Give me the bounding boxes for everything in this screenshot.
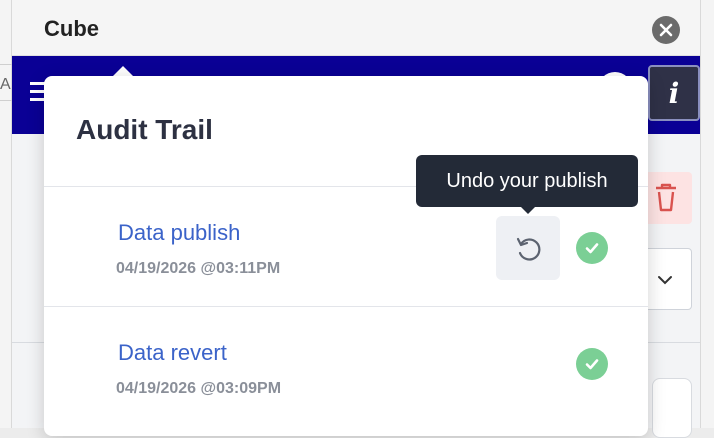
undo-button[interactable] (496, 216, 560, 280)
window-title: Cube (44, 16, 99, 41)
divider (0, 64, 12, 65)
audit-entry: Data revert 04/19/2026 @03:09PM (44, 306, 648, 426)
audit-trail-popover: Audit Trail Data publish 04/19/2026 @03:… (44, 76, 648, 436)
window-titlebar: Cube (12, 0, 700, 56)
undo-tooltip: Undo your publish (416, 155, 638, 207)
audit-entry-timestamp: 04/19/2026 @03:09PM (116, 380, 282, 397)
chevron-down-icon (658, 276, 672, 285)
divider (0, 100, 12, 101)
background-left-letter: A (0, 76, 11, 93)
audit-entry-title[interactable]: Data publish (118, 220, 240, 246)
background-right-panel (700, 0, 714, 428)
undo-icon (516, 237, 541, 261)
close-button[interactable] (652, 16, 680, 44)
background-left-panel: A (0, 0, 12, 428)
check-circle-icon (576, 232, 608, 264)
background-card (652, 378, 692, 438)
audit-entry-title[interactable]: Data revert (118, 340, 227, 366)
audit-entry-timestamp: 04/19/2026 @03:11PM (116, 260, 281, 277)
tooltip-arrow (520, 206, 536, 214)
info-button[interactable]: i (648, 65, 700, 121)
close-icon (659, 23, 673, 37)
check-circle-icon (576, 348, 608, 380)
popover-title: Audit Trail (76, 114, 213, 145)
tooltip-text: Undo your publish (446, 169, 608, 192)
info-icon: i (668, 76, 680, 110)
